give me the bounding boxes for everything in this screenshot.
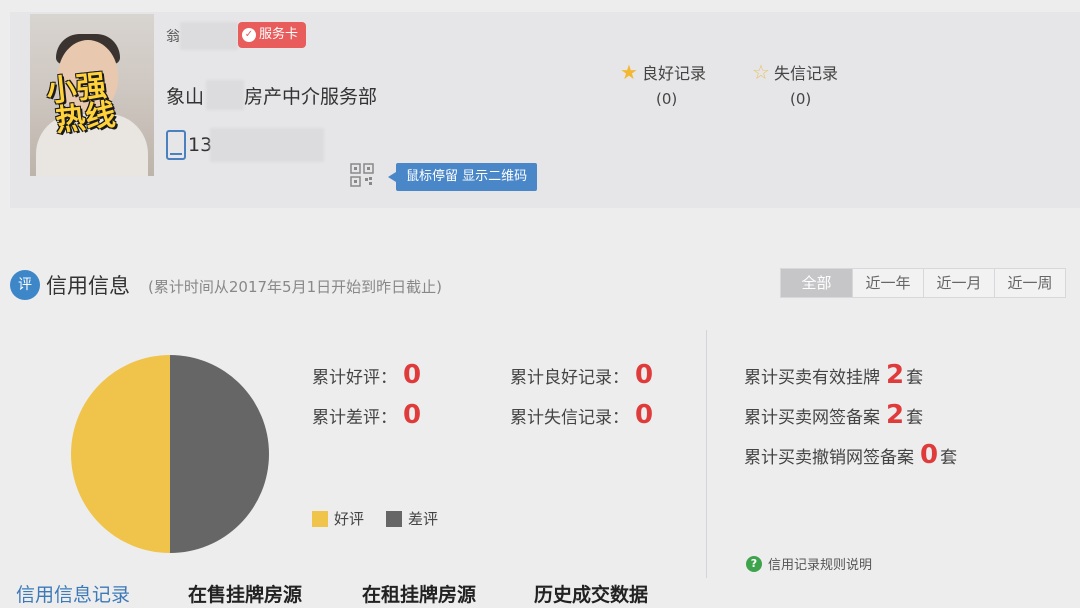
legend-swatch-good — [312, 510, 328, 527]
good-record-link[interactable]: ★ 良好记录 — [620, 60, 706, 84]
tab-month[interactable]: 近一月 — [923, 269, 994, 297]
credit-note: (累计时间从2017年5月1日开始到昨日截止) — [148, 278, 442, 296]
review-pie-chart — [71, 355, 269, 553]
avatar: 小强 热线 — [30, 14, 154, 176]
phone-redaction — [210, 128, 324, 162]
tab-for-rent-listings[interactable]: 在租挂牌房源 — [362, 580, 476, 607]
section-divider — [706, 330, 707, 578]
stat-bad-record: 累计失信记录： 0 — [510, 400, 654, 430]
pie-slice-bad — [170, 355, 269, 553]
qr-code-icon[interactable] — [350, 163, 374, 187]
listing-signed: 累计买卖网签备案 2 套 — [744, 400, 924, 430]
stat-good-review: 累计好评： 0 — [312, 360, 422, 390]
legend-good: 好评 — [312, 508, 364, 529]
bad-record-count: (0) — [790, 90, 812, 108]
tab-for-sale-listings[interactable]: 在售挂牌房源 — [188, 580, 302, 607]
check-icon: ✓ — [242, 28, 256, 42]
credit-title: 信用信息 — [46, 274, 130, 298]
credit-badge-icon: 评 — [10, 270, 40, 300]
tab-week[interactable]: 近一周 — [994, 269, 1065, 297]
listing-active: 累计买卖有效挂牌 2 套 — [744, 360, 924, 390]
tab-all[interactable]: 全部 — [781, 269, 852, 297]
company-redaction — [206, 80, 244, 110]
name-redaction — [180, 22, 238, 50]
legend-swatch-bad — [386, 510, 403, 527]
good-record-count: (0) — [656, 90, 678, 108]
star-outline-icon: ☆ — [752, 60, 770, 84]
tab-year[interactable]: 近一年 — [852, 269, 923, 297]
tab-credit-records[interactable]: 信用信息记录 — [16, 580, 130, 607]
company-name: 象山 房产中介服务部 — [166, 86, 378, 108]
period-tabs: 全部 近一年 近一月 近一周 — [780, 268, 1066, 298]
star-filled-icon: ★ — [620, 60, 638, 84]
legend-bad: 差评 — [386, 508, 438, 529]
listing-cancelled: 累计买卖撤销网签备案 0 套 — [744, 440, 958, 470]
question-icon: ? — [746, 555, 762, 572]
qr-tooltip: 鼠标停留 显示二维码 — [387, 163, 538, 191]
phone-icon — [166, 130, 186, 160]
service-card-badge[interactable]: ✓ 服务卡 — [238, 22, 307, 48]
avatar-logo: 小强 热线 — [44, 68, 118, 139]
stat-good-record: 累计良好记录： 0 — [510, 360, 654, 390]
agent-name: 翁 — [166, 29, 180, 45]
phone-number: 13 — [188, 134, 213, 156]
pie-slice-good — [71, 355, 170, 553]
bad-record-link[interactable]: ☆ 失信记录 — [752, 60, 838, 84]
tab-transaction-history[interactable]: 历史成交数据 — [534, 580, 648, 607]
stat-bad-review: 累计差评： 0 — [312, 400, 422, 430]
credit-rules-link[interactable]: ? 信用记录规则说明 — [746, 554, 872, 573]
pie-legend: 好评 差评 — [312, 508, 438, 529]
